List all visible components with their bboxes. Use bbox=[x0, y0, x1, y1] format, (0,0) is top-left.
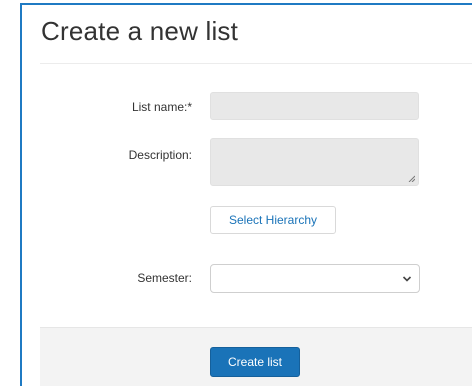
description-label: Description: bbox=[128, 148, 192, 162]
create-list-button[interactable]: Create list bbox=[210, 347, 300, 377]
select-hierarchy-button[interactable]: Select Hierarchy bbox=[210, 206, 336, 234]
page-title: Create a new list bbox=[41, 16, 239, 46]
list-name-label: List name:* bbox=[131, 100, 192, 114]
description-textarea[interactable] bbox=[210, 138, 419, 186]
semester-label: Semester: bbox=[137, 271, 192, 285]
title-divider bbox=[40, 63, 472, 64]
semester-select[interactable] bbox=[210, 264, 420, 293]
resize-grip-icon[interactable] bbox=[408, 175, 415, 182]
list-name-input[interactable] bbox=[210, 92, 419, 120]
chevron-down-icon bbox=[402, 276, 412, 282]
create-list-panel: Create a new list List name:* Descriptio… bbox=[20, 3, 472, 386]
